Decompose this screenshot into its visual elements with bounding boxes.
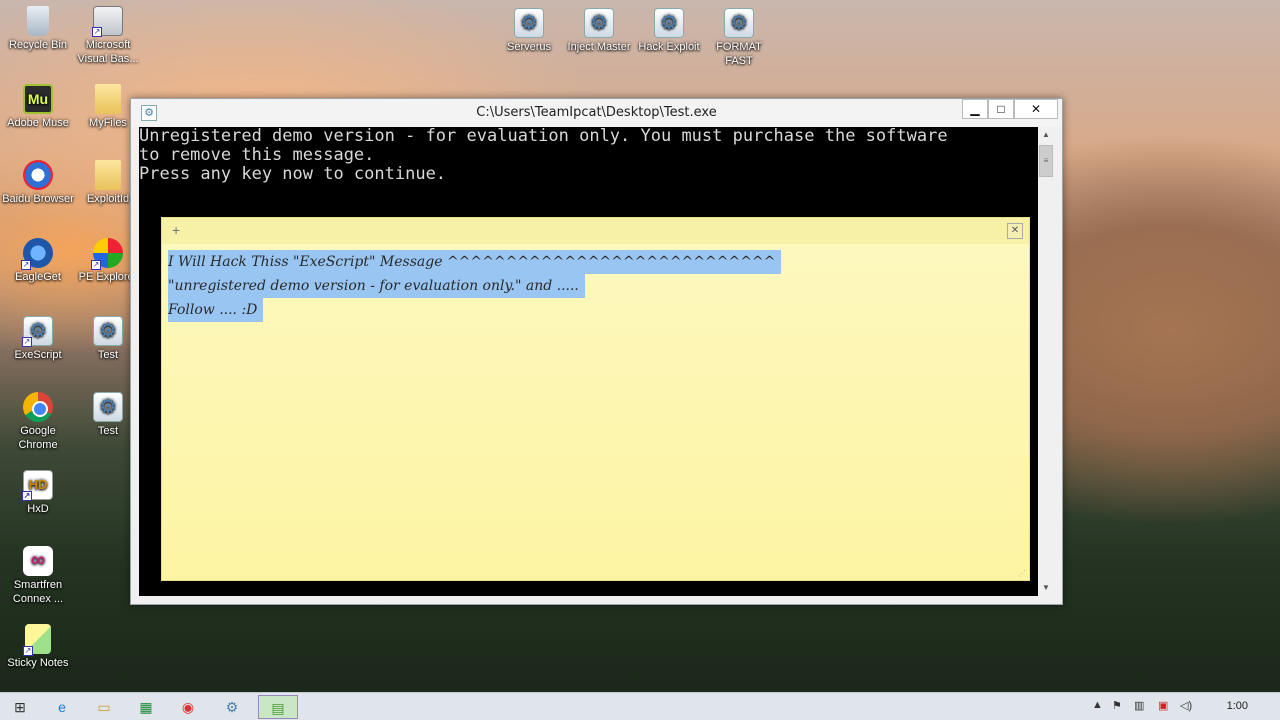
script-gear-icon: ⚙	[724, 8, 754, 38]
eagleget-icon: ↗	[21, 238, 53, 270]
scroll-up-arrow-icon[interactable]: ▲	[1038, 127, 1054, 143]
chrome-icon	[23, 392, 53, 422]
console-titlebar[interactable]: ⚙ C:\Users\TeamIpcat\Desktop\Test.exe ▁ …	[131, 99, 1062, 127]
desktop-icon-serverus[interactable]: ⚙ Serverus	[493, 8, 565, 54]
volume-icon[interactable]: ◁)	[1180, 699, 1192, 712]
baidu-browser-icon	[23, 160, 53, 190]
desktop-icon-visual-basic[interactable]: ↗ Microsoft Visual Bas...	[72, 6, 144, 66]
adobe-muse-icon: Mu	[23, 84, 53, 114]
hxd-icon: HD ↗	[22, 470, 53, 501]
desktop-icon-label: ExploitId	[86, 193, 130, 205]
desktop-icon-label: PE Explorer	[78, 271, 138, 283]
desktop-icon-label: Baidu Browser	[2, 193, 74, 205]
desktop-icon-label: Recycle Bin	[8, 39, 68, 51]
flag-icon[interactable]: ⚑	[1112, 699, 1122, 712]
console-line: to remove this message.	[139, 145, 375, 165]
desktop-icon-google-chrome[interactable]: Google Chrome	[2, 392, 74, 452]
desktop-icon-label: Hack Exploit	[638, 41, 700, 53]
resize-grip-icon[interactable]: ⋰	[1018, 569, 1026, 578]
sticky-note-line: I Will Hack Thiss "ExeScript" Message ^^…	[168, 250, 782, 274]
console-line: Unregistered demo version - for evaluati…	[139, 127, 948, 146]
desktop-icon-label: Test	[97, 425, 119, 437]
sticky-note-line: "unregistered demo version - for evaluat…	[168, 274, 585, 298]
minimize-button[interactable]: ▁	[962, 99, 988, 119]
desktop-icon-label: MyFiles	[89, 117, 127, 129]
script-gear-icon: ⚙	[514, 8, 544, 38]
desktop-icon-smartfren[interactable]: ∞ Smartfren Connex ...	[2, 546, 74, 606]
desktop-icon-label: Test	[97, 349, 119, 361]
visual-basic-icon: ↗	[92, 6, 123, 37]
desktop-icon-exescript[interactable]: ⚙ ↗ ExeScript	[2, 316, 74, 362]
script-gear-icon[interactable]: ⚙	[212, 695, 252, 719]
script-gear-icon: ⚙	[654, 8, 684, 38]
desktop-icon-adobe-muse[interactable]: Mu Adobe Muse	[2, 84, 74, 130]
script-gear-icon: ⚙	[93, 316, 123, 346]
start-icon[interactable]: ⊞	[0, 695, 40, 719]
desktop-icon-sticky-notes[interactable]: ↗ Sticky Notes	[2, 624, 74, 670]
desktop-icon-recycle-bin[interactable]: Recycle Bin	[2, 6, 74, 52]
desktop-icon-format-fast[interactable]: ⚙ FORMAT FAST	[703, 8, 775, 68]
network-error-icon[interactable]: ▣	[1158, 699, 1168, 712]
desktop-icon-label: ExeScript	[14, 349, 62, 361]
pe-explorer-icon: ↗	[91, 238, 123, 270]
desktop-icon-label: HxD	[27, 503, 49, 515]
exescript-icon: ⚙ ↗	[22, 316, 53, 347]
desktop-icon-label: Inject Master	[567, 41, 631, 53]
ie-icon[interactable]: e	[42, 695, 82, 719]
excel-icon[interactable]: ▦	[126, 695, 166, 719]
maximize-button[interactable]: □	[988, 99, 1014, 119]
desktop-icon-label: Sticky Notes	[7, 657, 69, 669]
chrome-icon[interactable]: ◉	[168, 695, 208, 719]
explorer-icon[interactable]: ▭	[84, 695, 124, 719]
desktop-icon-eagleget[interactable]: ↗ EagleGet	[2, 238, 74, 284]
delete-note-button[interactable]: ✕	[1007, 223, 1023, 239]
desktop-icon-label: Serverus	[506, 41, 552, 53]
desktop-icon-hack-exploit[interactable]: ⚙ Hack Exploit	[633, 8, 705, 54]
sticky-note-header[interactable]: + ✕	[162, 218, 1029, 244]
sticky-notes-icon: ↗	[23, 624, 51, 656]
clock[interactable]: 1:00	[1227, 700, 1248, 712]
desktop-icon-inject-master[interactable]: ⚙ Inject Master	[563, 8, 635, 54]
sticky-notes-icon[interactable]: ▤	[258, 695, 298, 719]
close-button[interactable]: ✕	[1014, 99, 1058, 119]
taskbar: ⊞ e ▭ ▦ ◉ ⚙ ▤ ▲ ⚑ ▥ ▣ ◁) 1:00	[0, 692, 1280, 720]
desktop-icon-label: Microsoft Visual Bas...	[77, 39, 139, 65]
desktop-icon-hxd[interactable]: HD ↗ HxD	[2, 470, 74, 516]
vertical-scrollbar[interactable]: ▲ ≡ ▼	[1038, 127, 1054, 596]
scroll-down-arrow-icon[interactable]: ▼	[1038, 580, 1054, 596]
desktop-icon-label: Google Chrome	[18, 425, 58, 451]
desktop-icon-baidu-browser[interactable]: Baidu Browser	[2, 160, 74, 206]
recycle-bin-icon	[27, 6, 49, 36]
folder-icon	[95, 160, 121, 190]
scroll-thumb[interactable]: ≡	[1039, 145, 1053, 177]
script-gear-icon: ⚙	[584, 8, 614, 38]
desktop-icon-label: EagleGet	[15, 271, 61, 283]
add-note-button[interactable]: +	[172, 222, 180, 238]
desktop-icon-label: FORMAT FAST	[716, 41, 762, 67]
folder-icon	[95, 84, 121, 114]
network-icon[interactable]: ▥	[1134, 699, 1144, 712]
smartfren-icon: ∞	[23, 546, 53, 576]
console-title: C:\Users\TeamIpcat\Desktop\Test.exe	[476, 105, 717, 120]
desktop-icon-label: Adobe Muse	[7, 117, 69, 129]
sticky-note-line: Follow .... :D	[168, 298, 264, 322]
sticky-note-body[interactable]: I Will Hack Thiss "ExeScript" Message ^^…	[162, 244, 1029, 328]
show-hidden-icons-icon[interactable]: ▲	[1092, 699, 1103, 711]
script-gear-icon: ⚙	[93, 392, 123, 422]
desktop-icon-label: Smartfren Connex ...	[12, 579, 64, 605]
sticky-note[interactable]: + ✕ I Will Hack Thiss "ExeScript" Messag…	[161, 217, 1030, 581]
console-line: Press any key now to continue.	[139, 164, 447, 184]
